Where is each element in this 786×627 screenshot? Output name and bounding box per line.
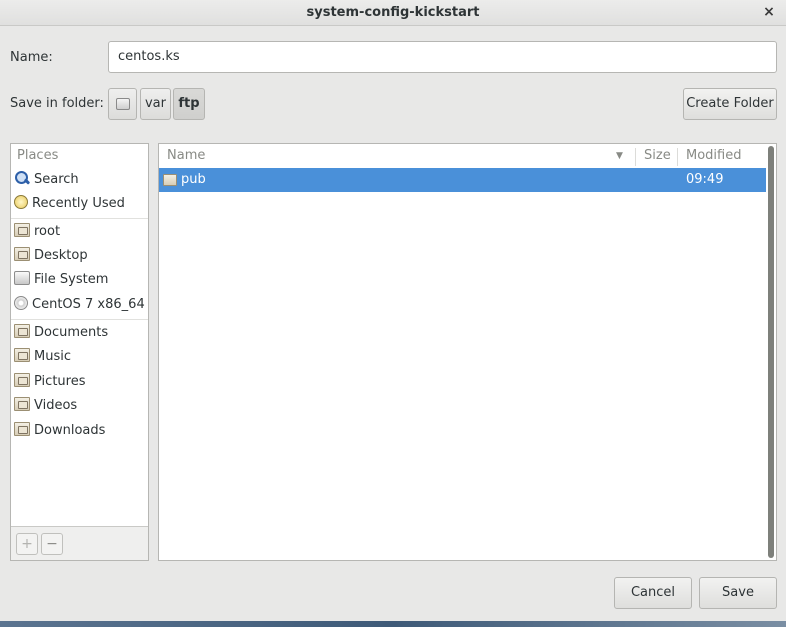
place-root[interactable]: root [11, 220, 148, 244]
column-divider [677, 148, 678, 166]
name-input[interactable]: centos.ks [108, 41, 777, 73]
file-list-header: Name ▼ Size Modified [159, 144, 776, 168]
filesystem-icon [14, 271, 30, 285]
file-row[interactable]: pub 09:49 [159, 168, 766, 192]
place-recently-used[interactable]: Recently Used [11, 192, 148, 216]
places-divider [11, 319, 148, 320]
create-folder-button[interactable]: Create Folder [683, 88, 777, 120]
title-bar: system-config-kickstart × [0, 0, 786, 26]
place-label: Downloads [34, 423, 106, 438]
place-label: File System [34, 272, 109, 287]
places-sidebar: Places Search Recently Used root Desktop… [10, 143, 149, 561]
place-search[interactable]: Search [11, 168, 148, 192]
place-label: root [34, 224, 61, 239]
path-button-root[interactable] [108, 88, 137, 120]
place-pictures[interactable]: Pictures [11, 370, 148, 394]
close-button[interactable]: × [760, 3, 778, 21]
disc-icon [14, 296, 28, 310]
column-header-size[interactable]: Size [644, 144, 671, 168]
column-header-modified[interactable]: Modified [686, 144, 741, 168]
place-music[interactable]: Music [11, 345, 148, 369]
place-centos-disc[interactable]: CentOS 7 x86_64 [11, 293, 148, 317]
downloads-folder-icon [14, 422, 30, 436]
file-list: Name ▼ Size Modified pub 09:49 [158, 143, 777, 561]
column-divider [635, 148, 636, 166]
cancel-button[interactable]: Cancel [614, 577, 692, 609]
place-documents[interactable]: Documents [11, 321, 148, 345]
place-label: CentOS 7 x86_64 [32, 297, 145, 312]
desktop-edge [0, 621, 786, 627]
add-bookmark-button[interactable]: + [16, 533, 38, 555]
remove-bookmark-button[interactable]: − [41, 533, 63, 555]
place-label: Documents [34, 325, 109, 340]
places-divider [11, 218, 148, 219]
place-file-system[interactable]: File System [11, 268, 148, 292]
file-modified: 09:49 [686, 172, 724, 187]
place-label: Recently Used [32, 196, 125, 211]
videos-folder-icon [14, 397, 30, 411]
search-icon [14, 171, 30, 185]
drive-icon [115, 98, 130, 110]
folder-icon [163, 174, 177, 186]
name-label: Name: [10, 50, 53, 65]
places-header: Places [17, 148, 59, 163]
home-folder-icon [14, 223, 30, 237]
window-title: system-config-kickstart [306, 5, 480, 20]
place-label: Search [34, 172, 79, 187]
place-label: Pictures [34, 374, 86, 389]
vertical-scrollbar[interactable] [768, 146, 774, 558]
desktop-folder-icon [14, 247, 30, 261]
save-dialog: Name: centos.ks Save in folder: var ftp … [0, 27, 786, 627]
places-footer: + − [11, 526, 148, 560]
music-folder-icon [14, 348, 30, 362]
sort-descending-icon: ▼ [616, 151, 623, 161]
column-header-name[interactable]: Name [167, 144, 205, 168]
save-in-folder-label: Save in folder: [10, 96, 104, 111]
pictures-folder-icon [14, 373, 30, 387]
place-videos[interactable]: Videos [11, 394, 148, 418]
place-downloads[interactable]: Downloads [11, 419, 148, 443]
place-label: Videos [34, 398, 78, 413]
path-button-ftp[interactable]: ftp [173, 88, 205, 120]
save-button[interactable]: Save [699, 577, 777, 609]
place-label: Desktop [34, 248, 88, 263]
file-name: pub [181, 172, 206, 187]
place-label: Music [34, 349, 71, 364]
recent-icon [14, 195, 28, 209]
place-desktop[interactable]: Desktop [11, 244, 148, 268]
path-button-var[interactable]: var [140, 88, 171, 120]
documents-folder-icon [14, 324, 30, 338]
